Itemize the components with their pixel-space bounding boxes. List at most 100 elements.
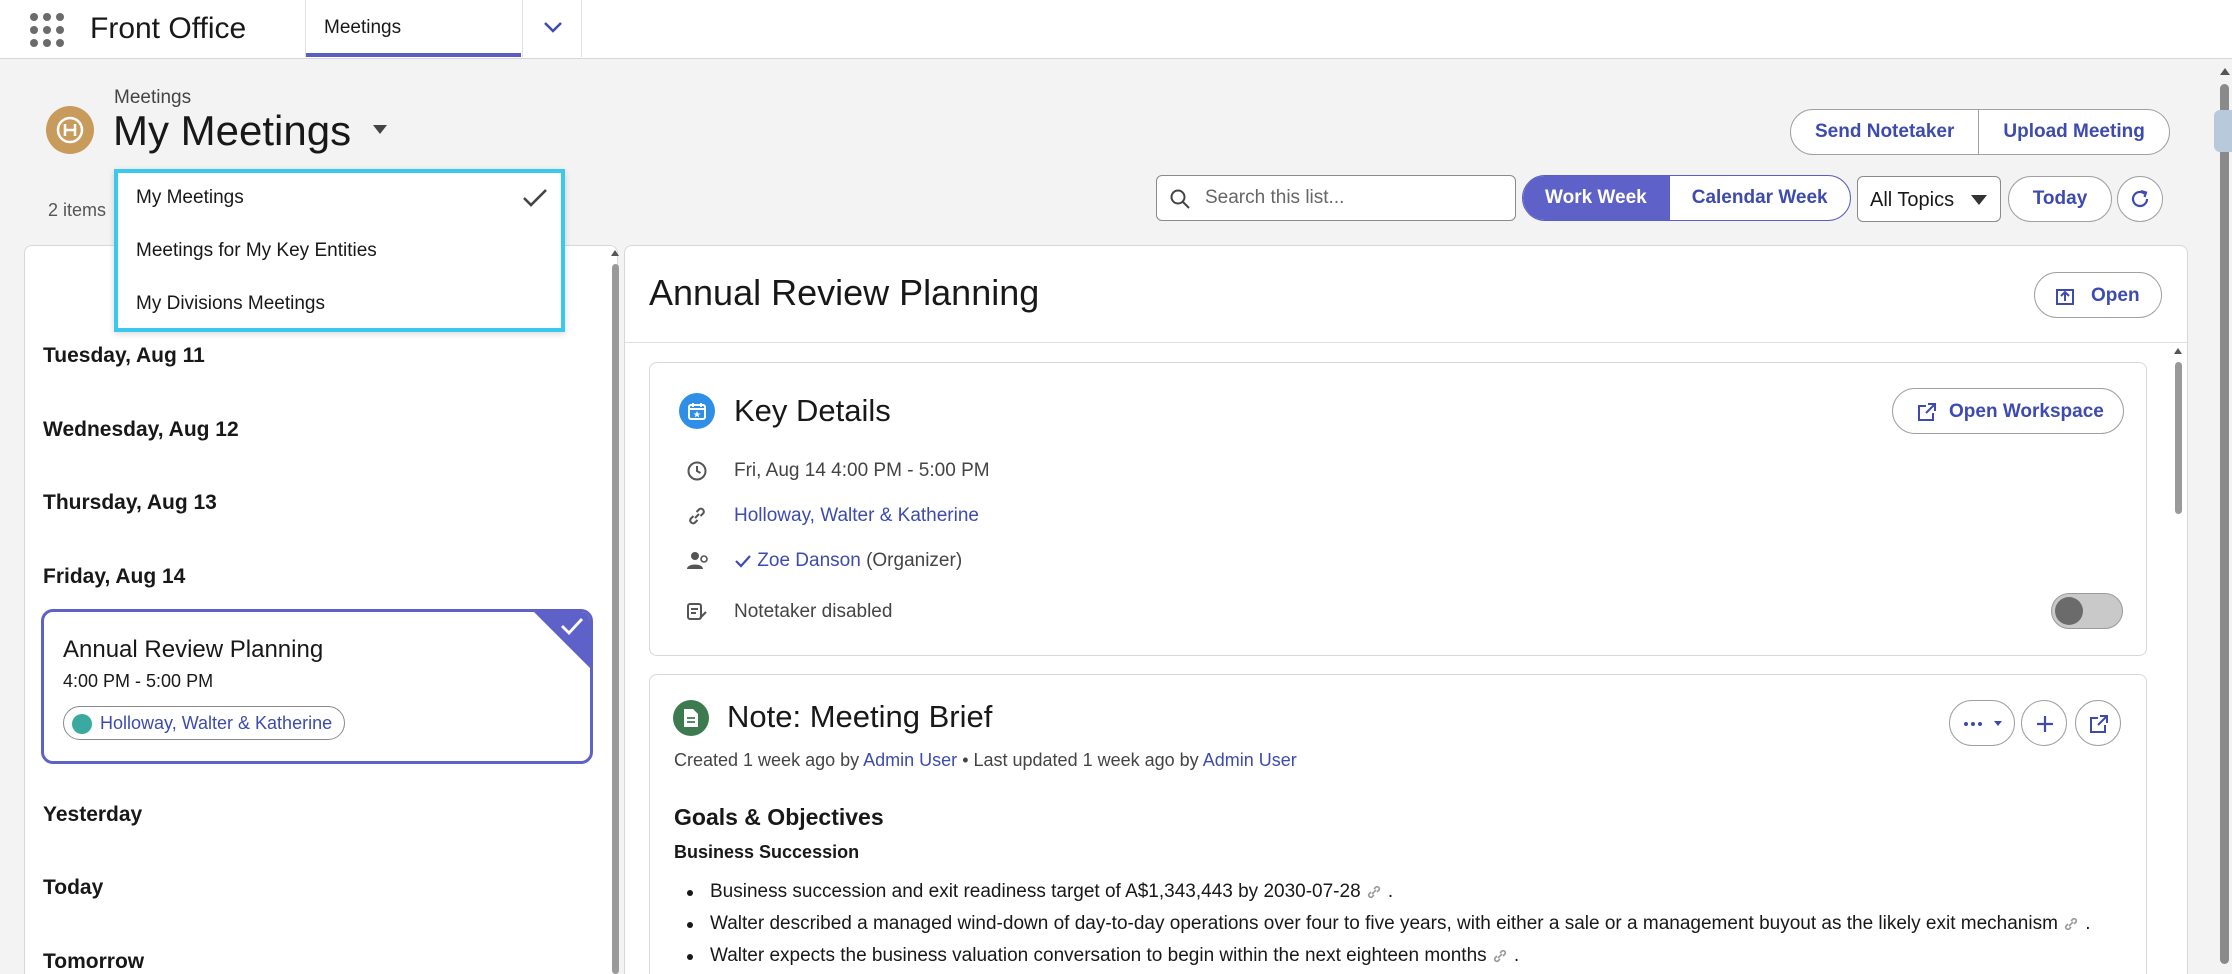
- dropdown-option-key-entities[interactable]: Meetings for My Key Entities: [136, 240, 377, 262]
- tab-meetings-label: Meetings: [324, 17, 402, 38]
- entity-pill-label: Holloway, Walter & Katherine: [100, 712, 333, 733]
- plus-icon: [2037, 716, 2053, 732]
- organizer-name-link[interactable]: Zoe Danson: [757, 550, 861, 571]
- side-panel-handle[interactable]: [2214, 110, 2232, 152]
- meeting-card-selected[interactable]: Annual Review Planning 4:00 PM - 5:00 PM…: [41, 609, 593, 764]
- scroll-up-arrow-icon[interactable]: [2220, 68, 2230, 75]
- topics-select[interactable]: All Topics: [1857, 176, 2001, 222]
- search-list-box: [1156, 175, 1516, 221]
- dropdown-option-divisions[interactable]: My Divisions Meetings: [136, 293, 325, 315]
- accepted-check-icon: [735, 555, 751, 568]
- scrollbar-thumb[interactable]: [612, 264, 619, 974]
- updated-text: • Last updated 1 week ago by: [962, 750, 1199, 770]
- header-actions: Send Notetaker Upload Meeting: [1790, 109, 2170, 155]
- check-icon: [561, 618, 584, 636]
- search-icon: [1170, 189, 1190, 209]
- organizer-role: (Organizer): [866, 550, 963, 571]
- week-view-toggle: Work Week Calendar Week: [1522, 175, 1851, 221]
- nav-menu-chevron-button[interactable]: [522, 0, 582, 57]
- list-item: Business succession and exit readiness t…: [674, 880, 2144, 912]
- day-heading: Tomorrow: [43, 950, 145, 973]
- subsection-heading: Business Succession: [674, 842, 860, 862]
- add-note-button[interactable]: [2021, 700, 2067, 746]
- toggle-knob: [2055, 597, 2083, 625]
- key-details-title: Key Details: [734, 393, 891, 428]
- search-input[interactable]: [1205, 184, 1505, 212]
- list-item: Walter described a managed wind-down of …: [674, 912, 2144, 944]
- topics-select-value: All Topics: [1870, 189, 1955, 211]
- more-icon: [1964, 722, 1982, 726]
- meeting-datetime: Fri, Aug 14 4:00 PM - 5:00 PM: [734, 460, 990, 481]
- breadcrumb: Meetings: [114, 87, 192, 108]
- scrollbar-thumb[interactable]: [2220, 84, 2229, 964]
- scroll-up-arrow-icon[interactable]: [2174, 348, 2182, 354]
- note-bullet-list: Business succession and exit readiness t…: [674, 880, 2144, 974]
- upload-meeting-button[interactable]: Upload Meeting: [1978, 110, 2168, 154]
- popout-note-button[interactable]: [2075, 700, 2121, 746]
- day-heading: Friday, Aug 14: [43, 565, 186, 588]
- meeting-time: 4:00 PM - 5:00 PM: [63, 671, 214, 691]
- created-by-link[interactable]: Admin User: [863, 750, 957, 770]
- active-tab-indicator: [306, 53, 521, 57]
- source-link-icon[interactable]: [1365, 885, 1383, 899]
- divider: [625, 342, 2187, 343]
- notetaker-icon: [687, 603, 707, 620]
- organizer-row: Zoe Danson (Organizer): [734, 550, 962, 572]
- updated-by-link[interactable]: Admin User: [1203, 750, 1297, 770]
- created-text: Created 1 week ago by: [674, 750, 860, 770]
- day-heading: Wednesday, Aug 12: [43, 418, 239, 441]
- items-count: 2 items: [48, 200, 107, 220]
- open-workspace-label: Open Workspace: [1949, 401, 2104, 422]
- agenda-scrollbar[interactable]: [610, 250, 620, 974]
- app-name: Front Office: [90, 12, 247, 45]
- clock-icon: [687, 461, 707, 481]
- caret-down-icon: [1994, 721, 2002, 726]
- day-heading: Yesterday: [43, 803, 143, 826]
- calendar-week-button[interactable]: Calendar Week: [1668, 176, 1850, 220]
- open-button[interactable]: Open: [2034, 272, 2162, 318]
- meeting-title: Annual Review Planning: [63, 636, 324, 663]
- entity-pill[interactable]: Holloway, Walter & Katherine: [63, 706, 346, 740]
- detail-scrollbar[interactable]: [2172, 346, 2184, 974]
- page-scrollbar[interactable]: [2216, 60, 2232, 974]
- notetaker-toggle[interactable]: [2051, 593, 2123, 629]
- refresh-button[interactable]: [2117, 176, 2163, 222]
- meetings-icon: [56, 116, 84, 144]
- household-icon: [72, 714, 92, 734]
- scrollbar-thumb[interactable]: [2175, 362, 2182, 514]
- send-notetaker-button[interactable]: Send Notetaker: [1791, 110, 1978, 154]
- dropdown-arrow-icon: [1971, 195, 1987, 205]
- dropdown-option-my-meetings[interactable]: My Meetings: [136, 187, 244, 209]
- scroll-up-arrow-icon[interactable]: [611, 250, 619, 256]
- meetings-object-icon: [46, 106, 94, 154]
- open-record-icon: [2056, 289, 2074, 305]
- tab-meetings[interactable]: Meetings: [305, 0, 521, 57]
- list-item: Walter expects the business valuation co…: [674, 944, 2144, 974]
- note-title: Note: Meeting Brief: [727, 699, 993, 734]
- section-heading: Goals & Objectives: [674, 804, 884, 830]
- attendees-icon: [687, 552, 708, 569]
- related-entity-link[interactable]: Holloway, Walter & Katherine: [734, 505, 979, 527]
- page-title[interactable]: My Meetings: [113, 107, 351, 155]
- open-button-label: Open: [2091, 285, 2140, 306]
- note-meta: Created 1 week ago by Admin User • Last …: [674, 750, 1297, 771]
- list-view-caret-icon[interactable]: [370, 122, 390, 136]
- refresh-icon: [2131, 189, 2149, 208]
- day-heading: Today: [43, 876, 104, 899]
- open-workspace-button[interactable]: Open Workspace: [1892, 388, 2124, 434]
- note-actions-menu-button[interactable]: [1949, 700, 2015, 746]
- source-link-icon[interactable]: [2062, 917, 2080, 931]
- day-heading: Tuesday, Aug 11: [43, 344, 205, 367]
- list-view-dropdown: My Meetings Meetings for My Key Entities…: [114, 169, 565, 332]
- app-launcher-icon[interactable]: [30, 13, 66, 47]
- notetaker-status: Notetaker disabled: [734, 601, 893, 622]
- source-link-icon[interactable]: [1491, 949, 1509, 963]
- today-button[interactable]: Today: [2008, 176, 2112, 222]
- external-link-icon: [1918, 403, 1936, 421]
- top-navigation-bar: Front Office Meetings: [0, 0, 2232, 59]
- calendar-icon: [679, 393, 715, 429]
- detail-title: Annual Review Planning: [649, 272, 1040, 313]
- chevron-down-icon: [544, 22, 562, 33]
- link-icon: [689, 507, 705, 525]
- work-week-button[interactable]: Work Week: [1523, 176, 1669, 220]
